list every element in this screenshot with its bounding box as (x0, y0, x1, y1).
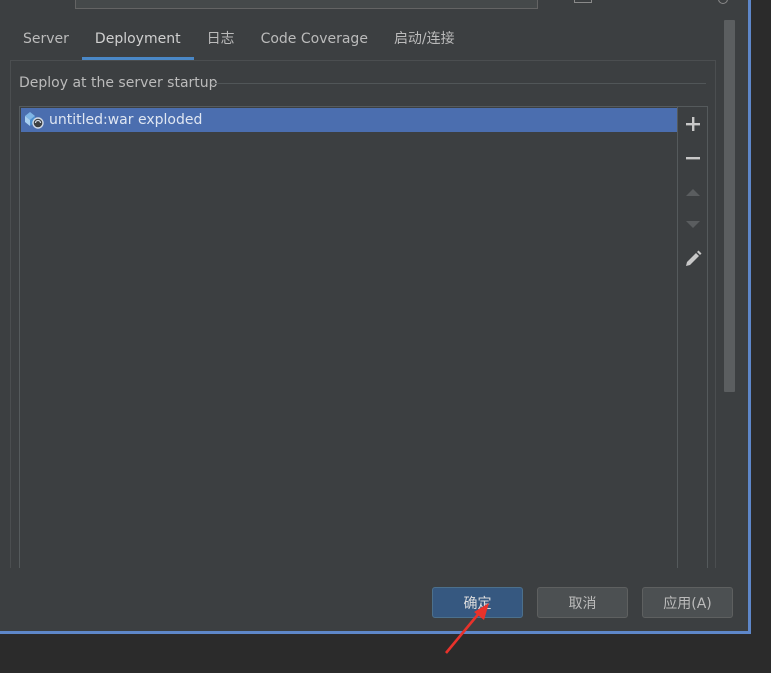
list-item[interactable]: untitled:war exploded (21, 108, 677, 132)
remove-button[interactable] (681, 146, 705, 170)
apply-button[interactable]: 应用(A) (642, 587, 733, 618)
tab-deployment[interactable]: Deployment (81, 28, 194, 60)
move-down-button[interactable] (681, 213, 705, 237)
group-title: Deploy at the server startup (19, 75, 218, 91)
remove-icon (686, 157, 700, 160)
add-icon (686, 117, 700, 131)
list-toolbar (677, 106, 708, 568)
tab-code-coverage[interactable]: Code Coverage (248, 28, 381, 60)
tab-logs[interactable]: 日志 (194, 28, 248, 60)
scrollbar-thumb[interactable] (724, 20, 735, 392)
move-up-button[interactable] (681, 180, 705, 204)
name-field[interactable] (75, 0, 538, 9)
list-item-label: untitled:war exploded (49, 112, 203, 128)
edit-icon (686, 250, 702, 266)
window-control-icon[interactable] (574, 0, 592, 3)
deployment-list[interactable]: untitled:war exploded (19, 106, 678, 568)
add-button[interactable] (681, 112, 705, 136)
run-configuration-dialog: Server Deployment 日志 Code Coverage 启动/连接… (0, 0, 751, 634)
cancel-button[interactable]: 取消 (537, 587, 628, 618)
annotation-arrow-icon (444, 603, 489, 654)
edit-button[interactable] (681, 247, 705, 271)
group-separator (212, 83, 706, 84)
move-up-icon (686, 189, 700, 196)
tab-server[interactable]: Server (10, 28, 82, 60)
dialog-button-bar (0, 568, 748, 631)
move-down-icon (686, 221, 700, 228)
tab-startup-connection[interactable]: 启动/连接 (381, 28, 468, 60)
settings-icon[interactable] (718, 0, 728, 4)
tab-bar: Server Deployment 日志 Code Coverage 启动/连接 (10, 28, 468, 60)
artifact-exploded-icon (23, 110, 45, 130)
